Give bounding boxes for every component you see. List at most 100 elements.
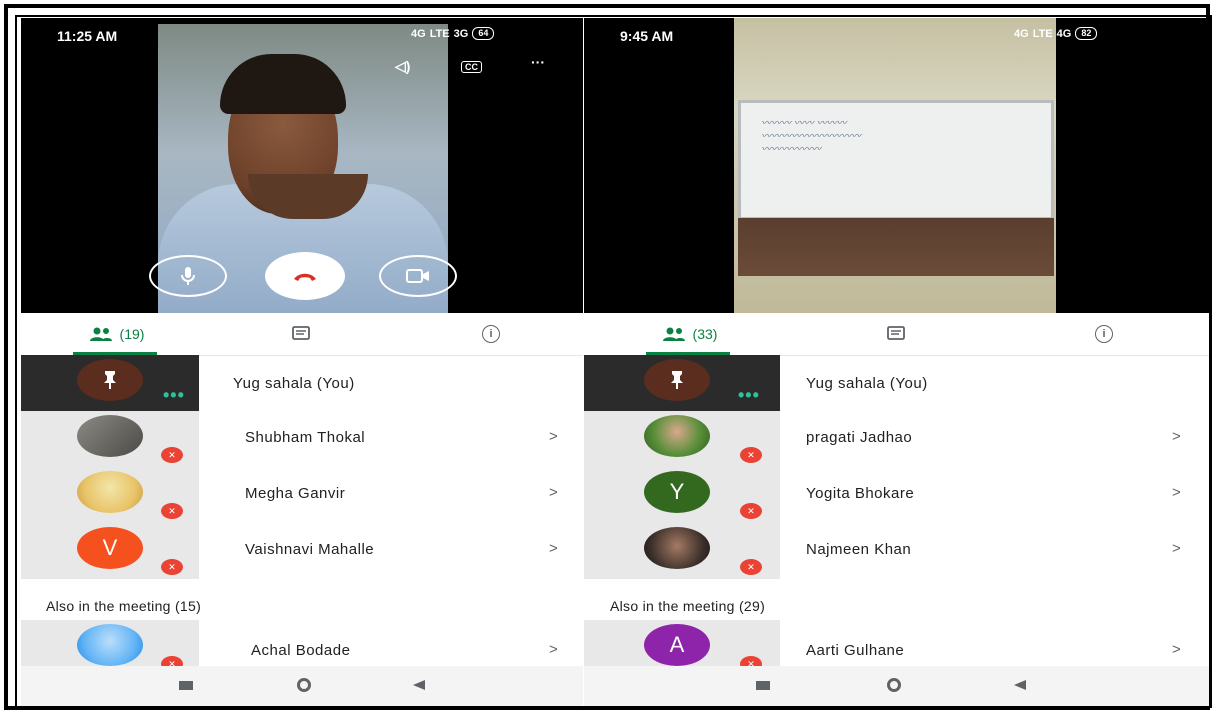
participant-name: Najmeen Khan	[806, 541, 912, 558]
participant-row[interactable]: ✕ pragati Jadhao >	[584, 411, 1209, 467]
video-camera-icon	[406, 269, 429, 283]
tab-info[interactable]: i	[461, 313, 521, 355]
avatar-cell: ✕	[584, 523, 780, 579]
people-tabs: (19) i	[21, 313, 583, 356]
people-icon	[89, 327, 112, 341]
android-nav-bar	[21, 666, 583, 706]
participant-row[interactable]: ✕ Megha Ganvir >	[21, 467, 583, 523]
speaker-icon[interactable]: ◁)	[395, 58, 410, 75]
participant-name: Aarti Gulhane	[806, 642, 905, 659]
participant-name: Achal Bodade	[251, 642, 351, 659]
avatar-cell: A ✕	[584, 620, 780, 666]
also-in-meeting-label: Also in the meeting (15)	[46, 598, 202, 614]
participant-row-self[interactable]: ••• Yug sahala (You)	[21, 355, 583, 411]
info-icon: i	[1095, 325, 1113, 343]
tab-chat[interactable]	[866, 313, 926, 355]
people-icon	[662, 327, 685, 341]
avatar-cell: ✕	[584, 411, 780, 467]
mic-off-icon: ✕	[161, 656, 183, 666]
avatar	[77, 415, 143, 457]
also-in-meeting-label: Also in the meeting (29)	[610, 598, 766, 614]
avatar: Y	[644, 471, 710, 513]
back-icon[interactable]	[413, 680, 425, 690]
more-dots-icon[interactable]: •••	[738, 385, 760, 406]
status-icons: 4G LTE 3G 64	[411, 27, 495, 40]
avatar	[77, 471, 143, 513]
mic-off-icon: ✕	[161, 559, 183, 575]
status-time: 11:25 AM	[57, 28, 118, 44]
mic-toggle-button[interactable]	[149, 255, 227, 297]
home-icon[interactable]	[297, 678, 311, 692]
end-call-button[interactable]	[265, 252, 345, 300]
participants-count: (19)	[119, 326, 145, 342]
android-nav-bar	[584, 666, 1209, 706]
tab-people[interactable]: (33)	[634, 313, 744, 355]
mic-off-icon: ✕	[161, 447, 183, 463]
avatar-cell: Y ✕	[584, 467, 780, 523]
wooden-ledge	[738, 218, 1054, 276]
battery-icon: 64	[472, 27, 495, 40]
avatar	[77, 359, 143, 401]
self-avatar-cell: •••	[584, 355, 780, 411]
chevron-right-icon[interactable]: >	[549, 428, 558, 445]
participant-row[interactable]: V ✕ Vaishnavi Mahalle >	[21, 523, 583, 579]
chevron-right-icon[interactable]: >	[549, 641, 558, 658]
avatar	[644, 527, 710, 569]
chevron-right-icon[interactable]: >	[549, 540, 558, 557]
avatar-cell: ✕	[21, 620, 199, 666]
chevron-right-icon[interactable]: >	[1172, 641, 1181, 658]
phone-hangup-icon	[294, 273, 316, 281]
participant-row[interactable]: ✕ Achal Bodade >	[21, 620, 583, 666]
camera-feed: 〰〰〰 〰〰 〰〰〰 〰〰〰〰〰〰〰〰〰〰 〰〰〰〰〰〰	[734, 18, 1056, 313]
avatar-cell: V ✕	[21, 523, 199, 579]
participant-name: Vaishnavi Mahalle	[245, 541, 375, 558]
chevron-right-icon[interactable]: >	[1172, 484, 1181, 501]
phone-screen-right: 〰〰〰 〰〰 〰〰〰 〰〰〰〰〰〰〰〰〰〰 〰〰〰〰〰〰 9:45 AM 4G LT…	[584, 18, 1209, 706]
tab-chat[interactable]	[271, 313, 331, 355]
tab-people[interactable]: (19)	[61, 313, 171, 355]
participant-row[interactable]: Y ✕ Yogita Bhokare >	[584, 467, 1209, 523]
whiteboard-writing: 〰〰〰 〰〰 〰〰〰 〰〰〰〰〰〰〰〰〰〰 〰〰〰〰〰〰	[761, 118, 861, 155]
mic-off-icon: ✕	[740, 503, 762, 519]
chevron-right-icon[interactable]: >	[549, 484, 558, 501]
mic-off-icon: ✕	[740, 656, 762, 666]
participant-name: Yug sahala (You)	[233, 375, 355, 392]
participant-row-self[interactable]: ••• Yug sahala (You)	[584, 355, 1209, 411]
participant-row[interactable]: ✕ Shubham Thokal >	[21, 411, 583, 467]
participant-name: Yogita Bhokare	[806, 485, 915, 502]
pin-icon	[104, 371, 116, 389]
info-icon: i	[482, 325, 500, 343]
camera-toggle-button[interactable]	[379, 255, 457, 297]
chat-icon	[887, 326, 905, 340]
people-tabs: (33) i	[584, 313, 1209, 356]
captions-icon[interactable]: CC	[461, 61, 482, 73]
more-dots-icon[interactable]: •••	[163, 385, 185, 406]
whiteboard: 〰〰〰 〰〰 〰〰〰 〰〰〰〰〰〰〰〰〰〰 〰〰〰〰〰〰	[738, 100, 1054, 220]
video-area: 11:25 AM 4G LTE 3G 64 ◁) CC ···	[21, 18, 583, 313]
status-icons: 4G LTE 4G 82	[1014, 27, 1098, 40]
avatar: A	[644, 624, 710, 666]
recents-icon[interactable]	[756, 681, 770, 690]
mic-off-icon: ✕	[740, 559, 762, 575]
participant-name: Shubham Thokal	[245, 429, 366, 446]
chevron-right-icon[interactable]: >	[1172, 540, 1181, 557]
more-options-icon[interactable]: ···	[531, 54, 545, 70]
participant-row[interactable]: A ✕ Aarti Gulhane >	[584, 620, 1209, 666]
recents-icon[interactable]	[179, 681, 193, 690]
status-time: 9:45 AM	[620, 28, 674, 44]
participant-row[interactable]: ✕ Najmeen Khan >	[584, 523, 1209, 579]
avatar-cell: ✕	[21, 467, 199, 523]
back-icon[interactable]	[1014, 680, 1026, 690]
chevron-right-icon[interactable]: >	[1172, 428, 1181, 445]
network-label: 4G	[411, 27, 426, 40]
network-label-2: 4G	[1056, 27, 1072, 40]
home-icon[interactable]	[887, 678, 901, 692]
mic-off-icon: ✕	[161, 503, 183, 519]
network-label: 4G	[1014, 27, 1029, 40]
tab-info[interactable]: i	[1074, 313, 1134, 355]
participant-name: Yug sahala (You)	[806, 375, 928, 392]
battery-icon: 82	[1075, 27, 1098, 40]
participant-name: Megha Ganvir	[245, 485, 346, 502]
person-hair	[220, 54, 346, 114]
mic-icon	[181, 267, 195, 285]
